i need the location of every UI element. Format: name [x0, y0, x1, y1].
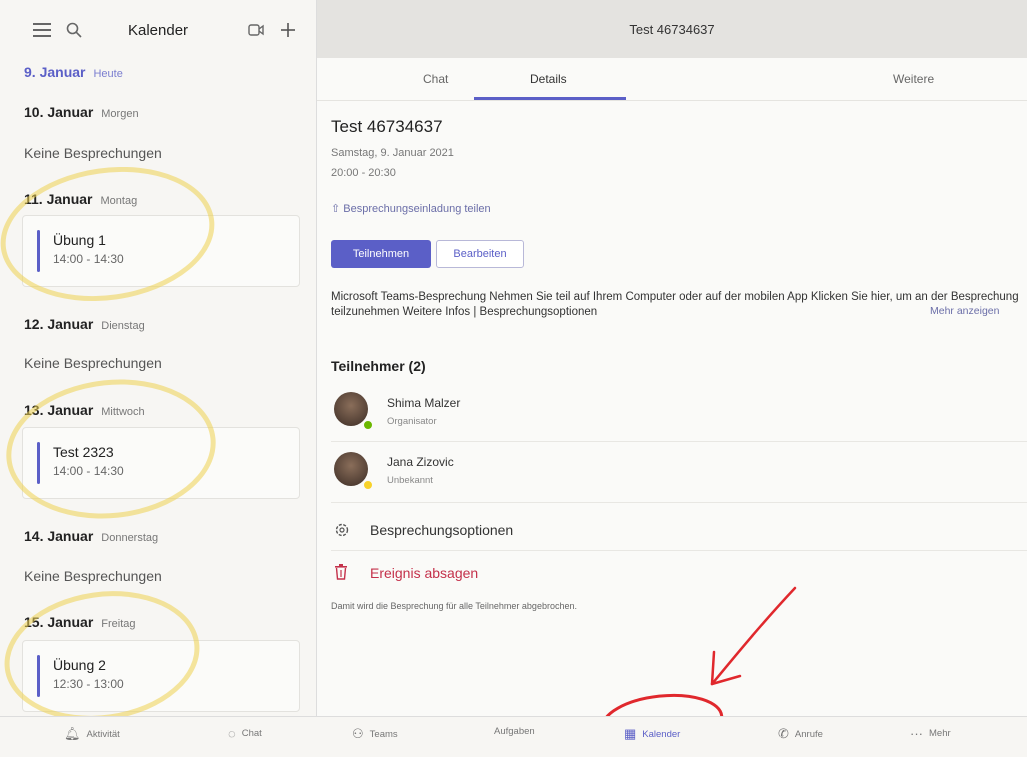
event-card[interactable]: Übung 2 12:30 - 13:00 [22, 640, 300, 712]
nav-calendar[interactable]: ▦ Kalender [624, 726, 680, 742]
nav-activity[interactable]: 🔔︎ Aktivität [64, 726, 120, 742]
more-icon: ··· [910, 726, 923, 741]
meeting-options-button[interactable]: Besprechungsoptionen [370, 522, 513, 538]
add-icon[interactable] [276, 18, 300, 42]
share-label: Besprechungseinladung teilen [343, 203, 491, 215]
teams-icon: ⚇ [352, 726, 364, 741]
tab-more[interactable]: Weitere [893, 72, 934, 86]
trash-icon [334, 564, 348, 585]
date-header-11: 11. Januar Montag [24, 191, 138, 207]
event-card[interactable]: Übung 1 14:00 - 14:30 [22, 215, 300, 287]
no-meetings-label: Keine Besprechungen [24, 145, 162, 161]
page-title: Kalender [128, 22, 189, 39]
cancel-event-button[interactable]: Ereignis absagen [370, 565, 478, 581]
calendar-icon: ▦ [624, 726, 637, 741]
nav-teams[interactable]: ⚇ Teams [352, 726, 398, 742]
participant-role: Unbekannt [387, 475, 433, 486]
participant-name: Jana Zizovic [387, 455, 454, 469]
sidebar-header: Kalender [0, 0, 316, 58]
divider [331, 550, 1027, 551]
meeting-description: Microsoft Teams-Besprechung Nehmen Sie t… [331, 291, 1019, 318]
chat-icon: ◌ [228, 726, 236, 741]
details-header: Test 46734637 [317, 0, 1027, 58]
date-header-12: 12. Januar Dienstag [24, 316, 145, 332]
share-invite-link[interactable]: ⇧ Besprechungseinladung teilen [331, 202, 491, 215]
participant-name: Shima Malzer [387, 396, 461, 410]
divider [331, 502, 1027, 503]
divider [331, 441, 1027, 442]
active-tab-indicator [474, 97, 626, 100]
date-header-13: 13. Januar Mittwoch [24, 402, 145, 418]
event-time: 14:00 - 14:30 [53, 252, 124, 266]
tab-chat[interactable]: Chat [423, 72, 448, 86]
event-time: 12:30 - 13:00 [53, 677, 124, 691]
nav-calls[interactable]: ✆ Anrufe [778, 726, 823, 742]
meeting-time: 20:00 - 20:30 [331, 167, 396, 179]
event-card[interactable]: Test 2323 14:00 - 14:30 [22, 427, 300, 499]
status-away-icon [362, 479, 374, 491]
tabs-divider [317, 100, 1027, 101]
date-header-today: 9. Januar Heute [24, 64, 123, 80]
meeting-date: Samstag, 9. Januar 2021 [331, 147, 454, 159]
share-icon: ⇧ [331, 203, 341, 215]
show-more-link[interactable]: Mehr anzeigen [930, 305, 999, 317]
event-title: Test 2323 [53, 444, 114, 460]
tab-details[interactable]: Details [530, 72, 567, 86]
meet-now-icon[interactable] [244, 18, 268, 42]
event-time: 14:00 - 14:30 [53, 464, 124, 478]
cancel-note: Damit wird die Besprechung für alle Teil… [331, 601, 577, 611]
date-header-10: 10. Januar Morgen [24, 104, 139, 120]
hamburger-menu-icon[interactable] [30, 18, 54, 42]
bell-icon: 🔔︎ [64, 726, 81, 741]
participants-title: Teilnehmer (2) [331, 358, 426, 374]
no-meetings-label: Keine Besprechungen [24, 568, 162, 584]
nav-chat[interactable]: ◌ Chat [228, 726, 262, 741]
meeting-title: Test 46734637 [331, 117, 443, 136]
header-title: Test 46734637 [629, 22, 715, 37]
participant-role: Organisator [387, 416, 437, 427]
nav-tasks[interactable]: Aufgaben [494, 726, 535, 737]
no-meetings-label: Keine Besprechungen [24, 355, 162, 371]
search-icon[interactable] [62, 18, 86, 42]
event-title: Übung 2 [53, 657, 106, 673]
event-color-bar [37, 655, 40, 697]
edit-button[interactable]: Bearbeiten [436, 240, 524, 268]
event-color-bar [37, 230, 40, 272]
status-available-icon [362, 419, 374, 431]
date-header-14: 14. Januar Donnerstag [24, 528, 159, 544]
phone-icon: ✆ [778, 726, 789, 741]
join-button[interactable]: Teilnehmen [331, 240, 431, 268]
event-title: Übung 1 [53, 232, 106, 248]
event-color-bar [37, 442, 40, 484]
gear-icon [334, 522, 350, 543]
date-header-15: 15. Januar Freitag [24, 614, 136, 630]
nav-more[interactable]: ··· Mehr [910, 726, 951, 741]
